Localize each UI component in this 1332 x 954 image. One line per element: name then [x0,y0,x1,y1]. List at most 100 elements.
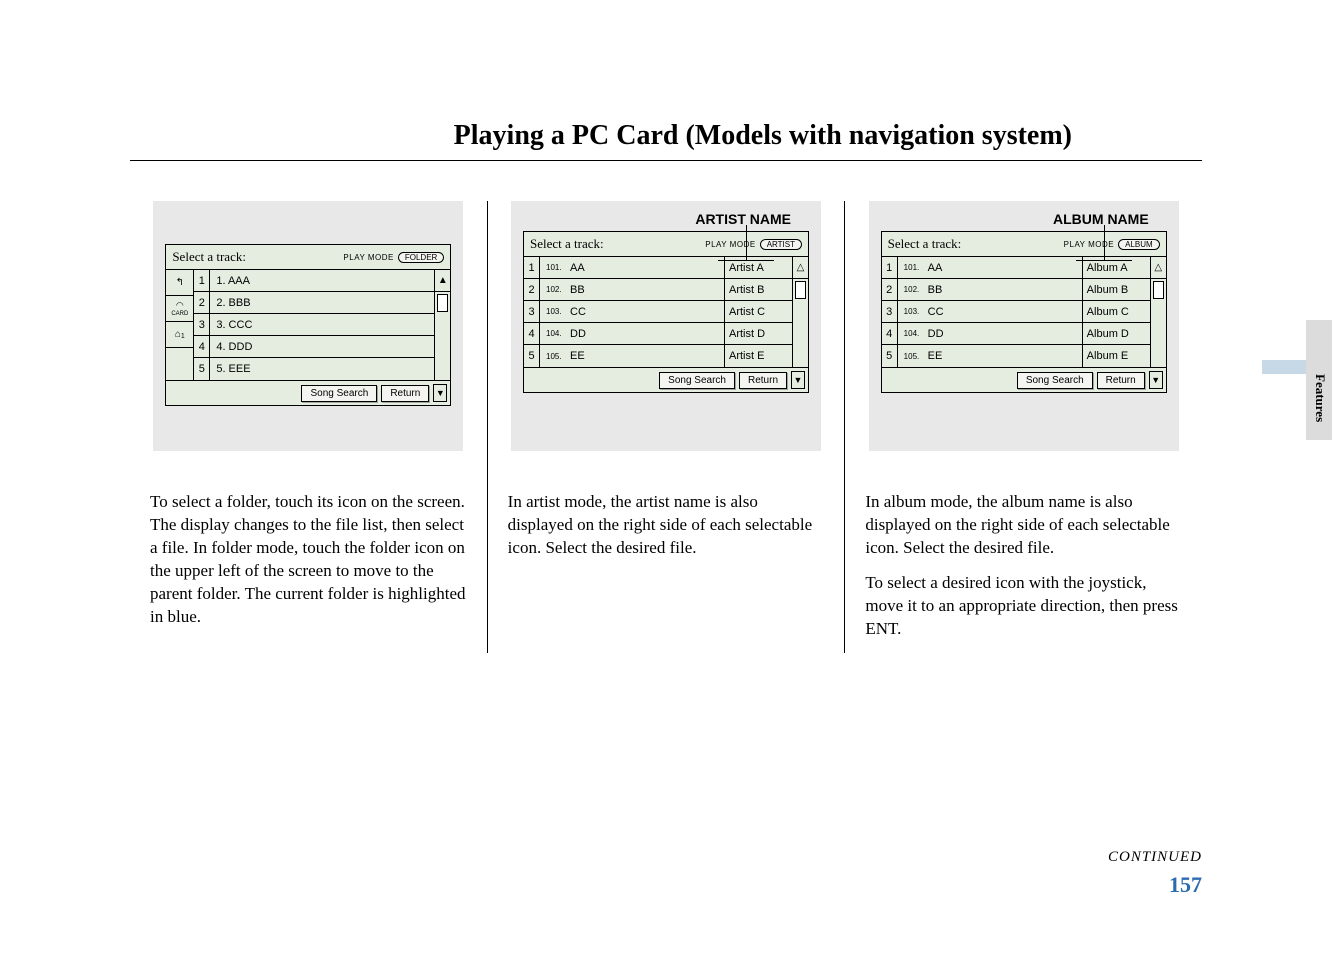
return-button[interactable]: Return [739,372,787,389]
artist-name: Artist E [724,345,792,367]
content-columns: Select a track: PLAY MODE FOLDER ↰ ◠ CAR… [0,161,1332,653]
scroll-down-icon[interactable]: ▼ [1149,371,1163,389]
row-idx: 2 [194,292,210,313]
mode-bubble-album[interactable]: ALBUM [1118,239,1160,250]
row-idx: 4 [194,336,210,357]
album-name: Album D [1082,323,1150,344]
scrollbar[interactable]: ▲ [434,270,450,380]
paragraph: To select a desired icon with the joysti… [865,572,1182,641]
row-label: BB [928,284,943,296]
album-name: Album C [1082,301,1150,322]
scroll-up-icon[interactable]: △ [793,257,808,279]
row-label: CC [570,306,586,318]
play-mode-label: PLAY MODE [343,253,393,262]
row-idx: 1 [524,257,540,278]
section-tab-label: Features [1312,374,1328,422]
return-button[interactable]: Return [1097,372,1145,389]
scroll-up-icon[interactable]: △ [1151,257,1166,279]
track-num: 105. [546,352,564,361]
track-num: 104. [546,329,564,338]
row-label: EE [570,350,585,362]
track-num: 101. [904,263,922,272]
track-row[interactable]: 5 105. EE Artist E [524,345,792,367]
track-row[interactable]: 4104.DDAlbum D [882,323,1150,345]
row-idx: 5 [882,345,898,367]
body-text-album: In album mode, the album name is also di… [865,491,1182,641]
track-row[interactable]: 11. AAA [194,270,434,292]
track-row[interactable]: 4 104. DD Artist D [524,323,792,345]
column-album: ALBUM NAME Select a track: PLAY MODE ALB… [844,201,1202,653]
track-row[interactable]: 33. CCC [194,314,434,336]
track-row[interactable]: 2102.BBAlbum B [882,279,1150,301]
scroll-down-icon[interactable]: ▼ [433,384,447,402]
scroll-thumb[interactable] [437,294,448,312]
scroll-thumb[interactable] [795,281,806,299]
song-search-button[interactable]: Song Search [301,385,377,402]
scroll-down-icon[interactable]: ▼ [791,371,805,389]
paragraph: To select a folder, touch its icon on th… [150,491,467,629]
track-num: 103. [904,307,922,316]
row-idx: 4 [524,323,540,344]
track-num: 102. [546,285,564,294]
track-row[interactable]: 3 103. CC Album C [882,301,1150,323]
track-row[interactable]: 22. BBB [194,292,434,314]
screen-artist: Select a track: PLAY MODE ARTIST 1 101. AA… [523,231,809,393]
row-idx: 5 [524,345,540,367]
screen-album: Select a track: PLAY MODE ALBUM 1 101. AA A… [881,231,1167,393]
screen-box-artist: ARTIST NAME Select a track: PLAY MODE AR… [511,201,821,451]
scrollbar[interactable]: △ [1150,257,1166,367]
track-row[interactable]: 5105.EEAlbum E [882,345,1150,367]
screen-header-title: Select a track: [888,236,962,252]
folder-icon[interactable]: ⌂1 [166,322,193,348]
row-label: 5. EEE [210,363,434,375]
track-num: 102. [904,285,922,294]
screen-folder: Select a track: PLAY MODE FOLDER ↰ ◠ CAR… [165,244,451,406]
track-num: 105. [904,352,922,361]
row-label: 2. BBB [210,297,434,309]
row-label: DD [570,328,586,340]
scrollbar[interactable]: △ [792,257,808,367]
mode-bubble-artist[interactable]: ARTIST [760,239,802,250]
row-idx: 5 [194,358,210,380]
track-num: 103. [546,307,564,316]
artist-name-label: ARTIST NAME [523,211,809,231]
page-title: Playing a PC Card (Models with navigatio… [130,0,1202,161]
section-tab: Features [1306,320,1332,440]
row-label: CC [928,306,944,318]
page-number: 157 [1108,872,1202,898]
row-idx: 1 [882,257,898,278]
track-row[interactable]: 44. DDD [194,336,434,358]
row-idx: 2 [882,279,898,300]
return-button[interactable]: Return [381,385,429,402]
screen-box-album: ALBUM NAME Select a track: PLAY MODE ALB… [869,201,1179,451]
card-icon-label: CARD [171,311,188,317]
body-text-artist: In artist mode, the artist name is also … [508,491,825,560]
column-artist: ARTIST NAME Select a track: PLAY MODE AR… [487,201,845,653]
song-search-button[interactable]: Song Search [1017,372,1093,389]
row-label: AA [928,262,943,274]
row-label: BB [570,284,585,296]
row-idx: 3 [524,301,540,322]
row-label: AA [570,262,585,274]
album-name-label: ALBUM NAME [881,211,1167,231]
screen-header-title: Select a track: [530,236,604,252]
album-name: Album E [1082,345,1150,367]
column-folder: Select a track: PLAY MODE FOLDER ↰ ◠ CAR… [130,201,487,653]
scroll-thumb[interactable] [1153,281,1164,299]
row-idx: 1 [194,270,210,291]
track-row[interactable]: 3 103. CC Artist C [524,301,792,323]
song-search-button[interactable]: Song Search [659,372,735,389]
play-mode-label: PLAY MODE [1064,240,1114,249]
artist-name: Artist C [724,301,792,322]
artist-name: Artist D [724,323,792,344]
mode-bubble-folder[interactable]: FOLDER [398,252,444,263]
track-row[interactable]: 2102.BBArtist B [524,279,792,301]
row-idx: 3 [882,301,898,322]
track-num: 101. [546,263,564,272]
play-mode-label: PLAY MODE [705,240,755,249]
card-icon[interactable]: ◠ CARD [166,296,193,322]
row-idx: 3 [194,314,210,335]
up-folder-icon[interactable]: ↰ [166,270,193,296]
track-row[interactable]: 55. EEE [194,358,434,380]
scroll-up-icon[interactable]: ▲ [435,270,450,292]
